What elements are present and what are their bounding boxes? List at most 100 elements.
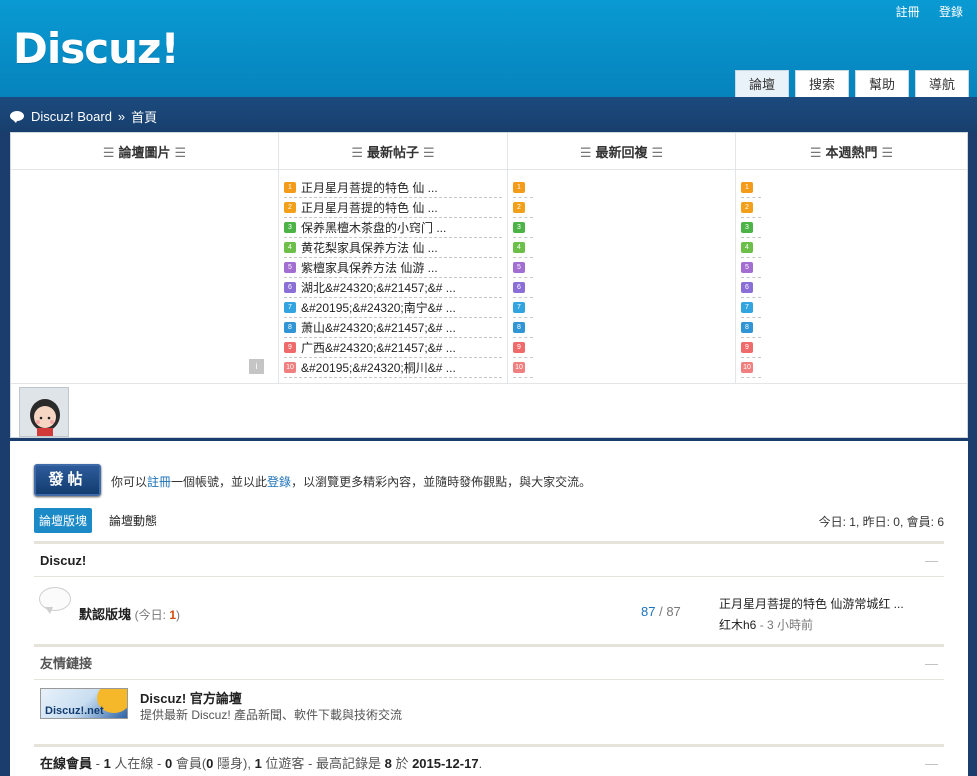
forum-last-post: 正月星月菩提的特色 仙游常城红 ... 红木h6 - 3 小時前: [719, 595, 904, 633]
intro-register-link[interactable]: 註冊: [147, 475, 171, 489]
category-title[interactable]: Discuz!: [40, 553, 86, 568]
list-item[interactable]: 7: [513, 298, 533, 318]
list-item[interactable]: 4 黄花梨家具保养方法 仙 ...: [284, 238, 502, 258]
list-item[interactable]: 6 湖北&#24320;&#21457;&# ...: [284, 278, 502, 298]
main-nav: 論壇 搜索 幫助 導航: [735, 70, 969, 97]
list-item[interactable]: 4: [513, 238, 533, 258]
list-item[interactable]: 3: [513, 218, 533, 238]
list-item[interactable]: 6: [741, 278, 761, 298]
today-stats: 今日: 1, 昨日: 0, 會員: 6: [818, 515, 944, 529]
forum-link[interactable]: 默認版塊: [79, 607, 131, 622]
new-posts-list: 1 正月星月菩提的特色 仙 ... 2 正月星月菩提的特色 仙 ... 3 保养黑檀木…: [279, 170, 507, 378]
last-post-author[interactable]: 红木h6: [719, 618, 756, 632]
new-replies-list: 1 2 3 4 5 6 7 8 9 10: [508, 170, 735, 378]
nav-tab-navigation[interactable]: 導航: [915, 70, 969, 97]
list-item[interactable]: 6: [513, 278, 533, 298]
list-item[interactable]: 7 &#20195;&#24320;南宁&# ...: [284, 298, 502, 318]
list-item[interactable]: 2: [741, 198, 761, 218]
category-header: Discuz! —: [34, 541, 944, 577]
list-item[interactable]: 1: [513, 178, 533, 198]
list-item[interactable]: 5 紫檀家具保养方法 仙游 ...: [284, 258, 502, 278]
nav-tab-search[interactable]: 搜索: [795, 70, 849, 97]
nav-tab-help[interactable]: 幫助: [855, 70, 909, 97]
new-post-button[interactable]: 發帖: [34, 464, 101, 496]
top-links: 註冊 登錄: [880, 3, 963, 20]
friend-link-title[interactable]: Discuz! 官方論壇: [140, 688, 242, 707]
breadcrumb-bar: Discuz! Board » 首頁: [0, 97, 977, 132]
column-weekly-hot: ☰ 本週熱門 ☰ 1 2 3 4 5 6 7 8 9 10: [736, 133, 967, 383]
breadcrumb-site[interactable]: Discuz! Board: [31, 109, 112, 124]
friend-link-logo[interactable]: Discuz!.net: [40, 688, 128, 719]
register-link[interactable]: 註冊: [896, 5, 920, 19]
site-logo[interactable]: Discuz!: [13, 24, 180, 73]
breadcrumb-separator: »: [117, 109, 126, 124]
menu-icon: ☰: [881, 145, 894, 160]
column-forum-pics: ☰ 論壇圖片 ☰ i: [11, 133, 279, 383]
column-header-hot: ☰ 本週熱門 ☰: [736, 133, 967, 170]
friend-link-row: Discuz!.net Discuz! 官方論壇 提供最新 Discuz! 產品…: [34, 681, 944, 731]
links-section-header: 友情鏈接 —: [34, 644, 944, 680]
list-item[interactable]: 8: [741, 318, 761, 338]
forum-stats-panel: ☰ 論壇圖片 ☰ i ☰ 最新帖子 ☰ 1 正月星月菩提的特色 仙 ... 2 正月星月菩提…: [10, 132, 968, 438]
last-post-link[interactable]: 正月星月菩提的特色 仙游常城红 ...: [719, 597, 904, 611]
list-item[interactable]: 2: [513, 198, 533, 218]
online-members-bar: 在線會員 - 1 人在線 - 0 會員(0 隱身), 1 位遊客 - 最高記錄是…: [34, 744, 944, 776]
collapse-icon[interactable]: —: [925, 647, 938, 681]
list-item[interactable]: 10: [741, 358, 761, 378]
list-item[interactable]: 1: [741, 178, 761, 198]
list-item[interactable]: 9: [741, 338, 761, 358]
menu-icon: ☰: [423, 145, 435, 160]
list-item[interactable]: 2 正月星月菩提的特色 仙 ...: [284, 198, 502, 218]
list-item[interactable]: 9 广西&#24320;&#21457;&# ...: [284, 338, 502, 358]
column-header-new-replies: ☰ 最新回複 ☰: [508, 133, 735, 170]
column-header-new-posts: ☰ 最新帖子 ☰: [279, 133, 507, 170]
hot-list: 1 2 3 4 5 6 7 8 9 10: [736, 170, 967, 378]
friend-link-desc: 提供最新 Discuz! 產品新聞、軟件下載與技術交流: [140, 708, 403, 722]
collapse-icon[interactable]: —: [925, 747, 938, 776]
forum-bubble-icon: [39, 587, 71, 615]
login-link[interactable]: 登錄: [939, 5, 963, 19]
forum-today-count: (今日: 1): [134, 608, 180, 622]
forum-tabs: 論壇版塊 論壇動態: [34, 508, 162, 533]
slideshow-indicator-icon[interactable]: i: [249, 359, 264, 374]
links-section-title: 友情鏈接: [40, 656, 93, 671]
tab-forum-boards[interactable]: 論壇版塊: [34, 508, 93, 533]
forum-name: 默認版塊 (今日: 1): [79, 604, 180, 623]
menu-icon: ☰: [579, 145, 592, 160]
column-header-pics: ☰ 論壇圖片 ☰: [11, 133, 278, 170]
menu-icon: ☰: [102, 145, 115, 160]
list-item[interactable]: 10 &#20195;&#24320;桐川&# ...: [284, 358, 502, 378]
tab-forum-activity[interactable]: 論壇動態: [104, 508, 162, 533]
site-header: Discuz! 註冊 登錄 論壇 搜索 幫助 導航: [0, 0, 977, 97]
list-item[interactable]: 8 萧山&#24320;&#21457;&# ...: [284, 318, 502, 338]
breadcrumb-current: 首頁: [131, 110, 158, 125]
list-item[interactable]: 9: [513, 338, 533, 358]
member-avatars-row: [11, 383, 967, 437]
list-item[interactable]: 8: [513, 318, 533, 338]
home-bubble-icon[interactable]: [9, 110, 25, 123]
list-item[interactable]: 5: [513, 258, 533, 278]
guest-intro-text: 你可以註冊一個帳號，並以此登錄，以瀏覽更多精彩內容，並隨時發佈觀點，與大家交流。: [111, 475, 592, 489]
main-content: 發帖 你可以註冊一個帳號，並以此登錄，以瀏覽更多精彩內容，並隨時發佈觀點，與大家…: [10, 441, 968, 776]
list-item[interactable]: 7: [741, 298, 761, 318]
menu-icon: ☰: [351, 145, 363, 160]
collapse-icon[interactable]: —: [925, 544, 938, 578]
list-item[interactable]: 3 保养黑檀木茶盘的小窍门 ...: [284, 218, 502, 238]
last-post-time: - 3 小時前: [756, 618, 814, 632]
forum-thread-post-count: 87 / 87: [641, 604, 681, 619]
list-item[interactable]: 3: [741, 218, 761, 238]
menu-icon: ☰: [651, 145, 664, 160]
forum-row: 默認版塊 (今日: 1) 87 / 87 正月星月菩提的特色 仙游常城红 ...…: [34, 579, 944, 641]
menu-icon: ☰: [809, 145, 822, 160]
intro-login-link[interactable]: 登錄: [267, 475, 291, 489]
avatar[interactable]: [19, 387, 69, 437]
online-label[interactable]: 在線會員: [40, 756, 92, 771]
list-item[interactable]: 1 正月星月菩提的特色 仙 ...: [284, 178, 502, 198]
list-item[interactable]: 5: [741, 258, 761, 278]
menu-icon: ☰: [174, 145, 187, 160]
list-item[interactable]: 4: [741, 238, 761, 258]
column-new-replies: ☰ 最新回複 ☰ 1 2 3 4 5 6 7 8 9 10: [508, 133, 736, 383]
list-item[interactable]: 10: [513, 358, 533, 378]
breadcrumb: Discuz! Board » 首頁: [9, 107, 157, 126]
nav-tab-forum[interactable]: 論壇: [735, 70, 789, 97]
